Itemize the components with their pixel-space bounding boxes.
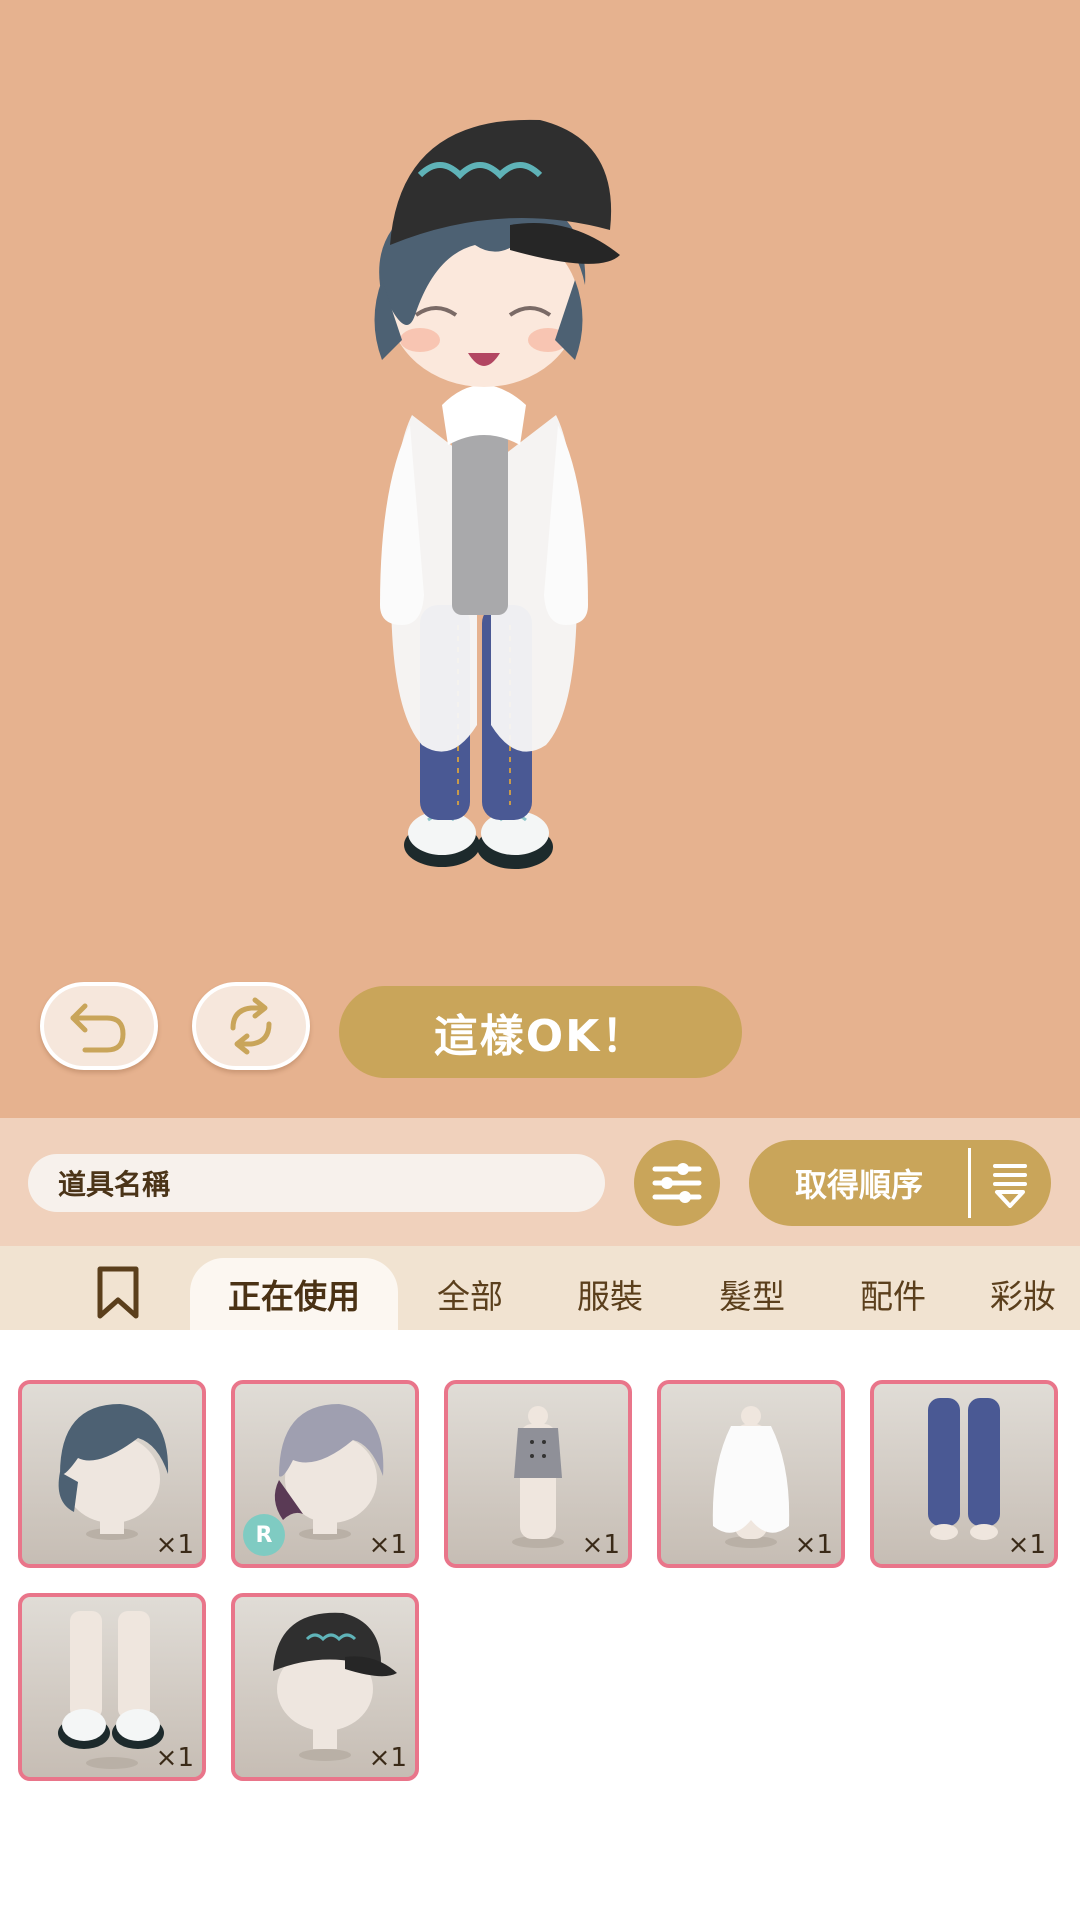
- rarity-badge: R: [243, 1514, 285, 1556]
- avatar-character: [374, 119, 620, 869]
- item-card-blue-jeans[interactable]: ×1: [870, 1380, 1058, 1568]
- item-count: ×1: [155, 1530, 194, 1560]
- refresh-icon: [230, 997, 272, 1055]
- sort-divider: [968, 1148, 971, 1218]
- category-tabs: 正在使用 全部 服裝 髮型 配件 彩妝: [0, 1246, 1080, 1330]
- undo-icon: [70, 1003, 126, 1053]
- undo-button[interactable]: [40, 982, 158, 1070]
- item-name-search-input[interactable]: 道具名稱: [28, 1154, 605, 1212]
- tab-in-use[interactable]: 正在使用: [190, 1258, 398, 1330]
- item-card-black-cap[interactable]: ×1: [231, 1593, 419, 1781]
- sliders-icon: [652, 1163, 702, 1203]
- tab-all[interactable]: 全部: [420, 1258, 520, 1330]
- item-count: ×1: [368, 1530, 407, 1560]
- sort-down-icon[interactable]: [987, 1160, 1033, 1208]
- tab-clothing[interactable]: 服裝: [560, 1258, 660, 1330]
- item-card-gray-hair[interactable]: R ×1: [231, 1380, 419, 1568]
- item-card-blue-hair[interactable]: ×1: [18, 1380, 206, 1568]
- item-card-white-coat[interactable]: ×1: [657, 1380, 845, 1568]
- item-count: ×1: [155, 1743, 194, 1773]
- sort-order-button[interactable]: 取得順序: [749, 1140, 1051, 1226]
- tab-accessories[interactable]: 配件: [843, 1258, 943, 1330]
- search-bar: 道具名稱 取得順序: [0, 1118, 1080, 1246]
- tab-makeup[interactable]: 彩妝: [990, 1258, 1080, 1330]
- avatar-shoes: [404, 811, 553, 869]
- item-count: ×1: [794, 1530, 833, 1560]
- filter-button[interactable]: [634, 1140, 720, 1226]
- item-count: ×1: [368, 1743, 407, 1773]
- confirm-button[interactable]: 這樣OK！: [339, 986, 742, 1078]
- item-card-white-sneakers[interactable]: ×1: [18, 1593, 206, 1781]
- equipped-item-grid: ×1 R ×1 ×1 ×1 ×1 ×1 ×1: [0, 1330, 1080, 1921]
- sort-order-label: 取得順序: [794, 1166, 923, 1204]
- item-count: ×1: [1007, 1530, 1046, 1560]
- item-count: ×1: [581, 1530, 620, 1560]
- item-card-gray-top[interactable]: ×1: [444, 1380, 632, 1568]
- randomize-button[interactable]: [192, 982, 310, 1070]
- search-placeholder: 道具名稱: [58, 1168, 171, 1201]
- bookmark-icon[interactable]: [96, 1266, 140, 1320]
- tab-hairstyle[interactable]: 髮型: [702, 1258, 802, 1330]
- avatar-stage: 這樣OK！: [0, 0, 1080, 1118]
